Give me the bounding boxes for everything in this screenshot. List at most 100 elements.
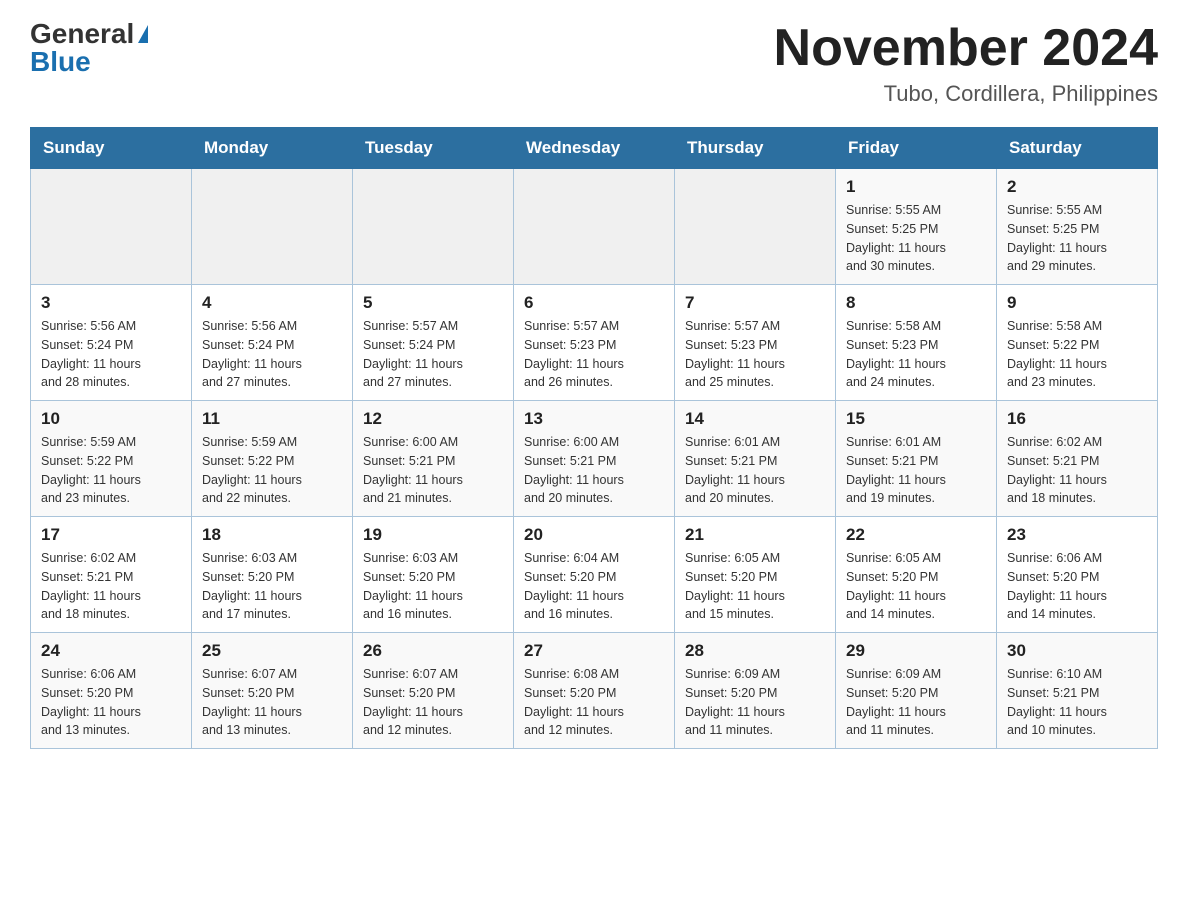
location-subtitle: Tubo, Cordillera, Philippines [774,81,1158,107]
weekday-header-row: SundayMondayTuesdayWednesdayThursdayFrid… [31,128,1158,169]
calendar-cell [675,169,836,285]
calendar-cell: 2 Sunrise: 5:55 AMSunset: 5:25 PMDaylight… [997,169,1158,285]
calendar-cell: 6 Sunrise: 5:57 AMSunset: 5:23 PMDaylight… [514,285,675,401]
calendar-cell: 17 Sunrise: 6:02 AMSunset: 5:21 PMDayligh… [31,517,192,633]
calendar-cell: 14Sunrise: 6:01 AMSunset: 5:21 PMDayligh… [675,401,836,517]
day-info: Sunrise: 6:00 AMSunset: 5:21 PMDaylight:… [524,433,664,508]
day-info: Sunrise: 5:57 AMSunset: 5:23 PMDaylight:… [524,317,664,392]
day-info: Sunrise: 5:56 AMSunset: 5:24 PMDaylight:… [202,317,342,392]
day-info: Sunrise: 6:09 AMSunset: 5:20 PMDaylight:… [685,665,825,740]
day-info: Sunrise: 6:03 AMSunset: 5:20 PMDaylight:… [363,549,503,624]
title-area: November 2024 Tubo, Cordillera, Philippi… [774,20,1158,107]
calendar-week-row: 10 Sunrise: 5:59 AMSunset: 5:22 PMDayligh… [31,401,1158,517]
day-number: 10 [41,409,181,429]
day-number: 15 [846,409,986,429]
day-number: 30 [1007,641,1147,661]
page-header: General Blue November 2024 Tubo, Cordill… [30,20,1158,107]
day-info: Sunrise: 6:00 AMSunset: 5:21 PMDaylight:… [363,433,503,508]
day-number: 24 [41,641,181,661]
day-number: 17 [41,525,181,545]
day-number: 27 [524,641,664,661]
day-info: Sunrise: 5:57 AMSunset: 5:23 PMDaylight:… [685,317,825,392]
calendar-cell [514,169,675,285]
calendar-cell: 10 Sunrise: 5:59 AMSunset: 5:22 PMDayligh… [31,401,192,517]
day-info: Sunrise: 5:59 AMSunset: 5:22 PMDaylight:… [41,433,181,508]
calendar-cell [31,169,192,285]
day-number: 2 [1007,177,1147,197]
day-number: 8 [846,293,986,313]
day-number: 7 [685,293,825,313]
day-info: Sunrise: 6:01 AMSunset: 5:21 PMDaylight:… [846,433,986,508]
day-number: 21 [685,525,825,545]
calendar-cell: 4 Sunrise: 5:56 AMSunset: 5:24 PMDaylight… [192,285,353,401]
calendar-cell: 19Sunrise: 6:03 AMSunset: 5:20 PMDayligh… [353,517,514,633]
calendar-cell: 28 Sunrise: 6:09 AMSunset: 5:20 PMDayligh… [675,633,836,749]
calendar-week-row: 24 Sunrise: 6:06 AMSunset: 5:20 PMDayligh… [31,633,1158,749]
calendar-cell: 3 Sunrise: 5:56 AMSunset: 5:24 PMDaylight… [31,285,192,401]
calendar-table: SundayMondayTuesdayWednesdayThursdayFrid… [30,127,1158,749]
day-info: Sunrise: 6:10 AMSunset: 5:21 PMDaylight:… [1007,665,1147,740]
calendar-cell: 20 Sunrise: 6:04 AMSunset: 5:20 PMDayligh… [514,517,675,633]
day-info: Sunrise: 5:58 AMSunset: 5:23 PMDaylight:… [846,317,986,392]
calendar-cell [353,169,514,285]
day-info: Sunrise: 5:58 AMSunset: 5:22 PMDaylight:… [1007,317,1147,392]
weekday-header-saturday: Saturday [997,128,1158,169]
day-info: Sunrise: 5:57 AMSunset: 5:24 PMDaylight:… [363,317,503,392]
day-info: Sunrise: 6:06 AMSunset: 5:20 PMDaylight:… [1007,549,1147,624]
calendar-cell: 11Sunrise: 5:59 AMSunset: 5:22 PMDayligh… [192,401,353,517]
day-info: Sunrise: 5:55 AMSunset: 5:25 PMDaylight:… [846,201,986,276]
day-number: 12 [363,409,503,429]
day-number: 23 [1007,525,1147,545]
day-number: 29 [846,641,986,661]
calendar-week-row: 17 Sunrise: 6:02 AMSunset: 5:21 PMDayligh… [31,517,1158,633]
calendar-cell: 15 Sunrise: 6:01 AMSunset: 5:21 PMDayligh… [836,401,997,517]
calendar-cell: 5Sunrise: 5:57 AMSunset: 5:24 PMDaylight… [353,285,514,401]
day-number: 25 [202,641,342,661]
weekday-header-thursday: Thursday [675,128,836,169]
weekday-header-sunday: Sunday [31,128,192,169]
weekday-header-monday: Monday [192,128,353,169]
weekday-header-friday: Friday [836,128,997,169]
logo: General Blue [30,20,148,76]
calendar-cell: 29Sunrise: 6:09 AMSunset: 5:20 PMDayligh… [836,633,997,749]
day-info: Sunrise: 6:05 AMSunset: 5:20 PMDaylight:… [846,549,986,624]
calendar-cell: 8 Sunrise: 5:58 AMSunset: 5:23 PMDaylight… [836,285,997,401]
day-number: 16 [1007,409,1147,429]
day-info: Sunrise: 6:03 AMSunset: 5:20 PMDaylight:… [202,549,342,624]
calendar-cell: 7 Sunrise: 5:57 AMSunset: 5:23 PMDaylight… [675,285,836,401]
day-number: 6 [524,293,664,313]
day-number: 14 [685,409,825,429]
calendar-cell: 13Sunrise: 6:00 AMSunset: 5:21 PMDayligh… [514,401,675,517]
day-info: Sunrise: 5:55 AMSunset: 5:25 PMDaylight:… [1007,201,1147,276]
calendar-cell [192,169,353,285]
calendar-week-row: 3 Sunrise: 5:56 AMSunset: 5:24 PMDaylight… [31,285,1158,401]
day-number: 28 [685,641,825,661]
calendar-week-row: 1 Sunrise: 5:55 AMSunset: 5:25 PMDaylight… [31,169,1158,285]
day-number: 18 [202,525,342,545]
calendar-cell: 25 Sunrise: 6:07 AMSunset: 5:20 PMDayligh… [192,633,353,749]
calendar-cell: 16Sunrise: 6:02 AMSunset: 5:21 PMDayligh… [997,401,1158,517]
month-title: November 2024 [774,20,1158,77]
day-info: Sunrise: 5:56 AMSunset: 5:24 PMDaylight:… [41,317,181,392]
calendar-cell: 9 Sunrise: 5:58 AMSunset: 5:22 PMDaylight… [997,285,1158,401]
day-info: Sunrise: 6:04 AMSunset: 5:20 PMDaylight:… [524,549,664,624]
calendar-cell: 22Sunrise: 6:05 AMSunset: 5:20 PMDayligh… [836,517,997,633]
day-number: 1 [846,177,986,197]
day-number: 9 [1007,293,1147,313]
day-info: Sunrise: 6:06 AMSunset: 5:20 PMDaylight:… [41,665,181,740]
day-info: Sunrise: 6:07 AMSunset: 5:20 PMDaylight:… [202,665,342,740]
day-number: 3 [41,293,181,313]
weekday-header-wednesday: Wednesday [514,128,675,169]
calendar-cell: 23 Sunrise: 6:06 AMSunset: 5:20 PMDayligh… [997,517,1158,633]
day-number: 20 [524,525,664,545]
calendar-cell: 27Sunrise: 6:08 AMSunset: 5:20 PMDayligh… [514,633,675,749]
day-number: 4 [202,293,342,313]
weekday-header-tuesday: Tuesday [353,128,514,169]
calendar-cell: 24 Sunrise: 6:06 AMSunset: 5:20 PMDayligh… [31,633,192,749]
day-info: Sunrise: 6:05 AMSunset: 5:20 PMDaylight:… [685,549,825,624]
day-number: 26 [363,641,503,661]
calendar-cell: 18 Sunrise: 6:03 AMSunset: 5:20 PMDayligh… [192,517,353,633]
calendar-cell: 21 Sunrise: 6:05 AMSunset: 5:20 PMDayligh… [675,517,836,633]
day-info: Sunrise: 5:59 AMSunset: 5:22 PMDaylight:… [202,433,342,508]
day-info: Sunrise: 6:02 AMSunset: 5:21 PMDaylight:… [41,549,181,624]
